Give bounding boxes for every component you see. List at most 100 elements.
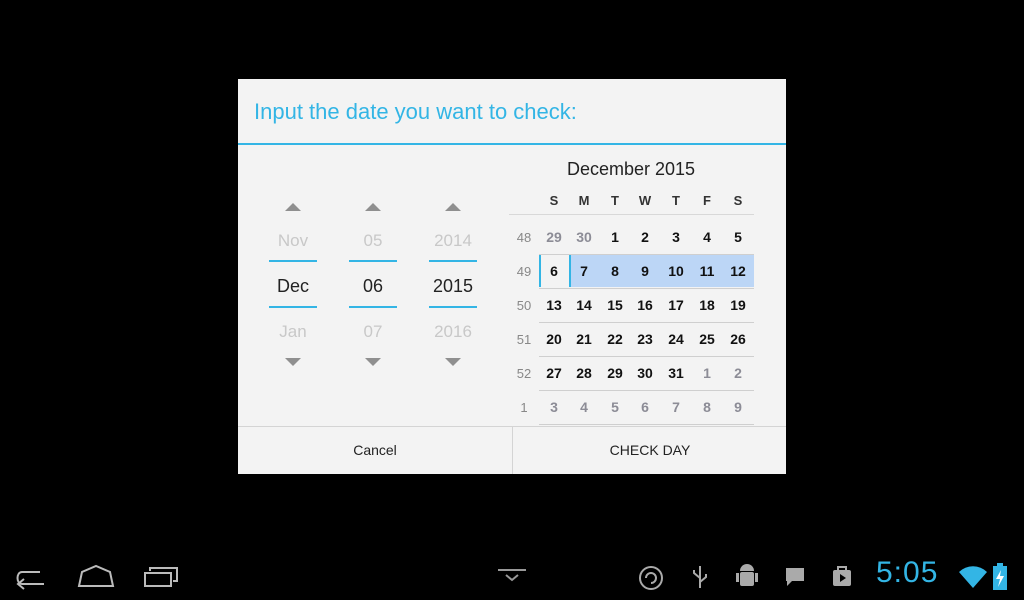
picker-divider xyxy=(429,306,477,308)
calendar-day[interactable]: 31 xyxy=(661,365,691,381)
year-picker[interactable]: 2014 2015 2016 xyxy=(429,199,477,369)
calendar-day[interactable]: 18 xyxy=(692,297,722,313)
check-day-button[interactable]: CHECK DAY xyxy=(513,427,787,474)
calendar-day[interactable]: 7 xyxy=(661,399,691,415)
picker-divider xyxy=(269,260,317,262)
calendar-day[interactable]: 3 xyxy=(661,229,691,245)
calendar-day[interactable]: 24 xyxy=(661,331,691,347)
weekday-header: M xyxy=(578,193,590,208)
decrement-arrow-icon[interactable] xyxy=(285,358,301,366)
week-number: 48 xyxy=(516,230,532,245)
calendar-day[interactable]: 1 xyxy=(692,365,722,381)
calendar-day[interactable]: 8 xyxy=(600,263,630,279)
calendar-day[interactable]: 4 xyxy=(692,229,722,245)
clock: 5:05 xyxy=(876,556,939,589)
picker-divider xyxy=(349,306,397,308)
week-number: 51 xyxy=(516,332,532,347)
week-number: 52 xyxy=(516,366,532,381)
message-icon xyxy=(786,568,804,586)
usb-icon xyxy=(693,566,707,588)
weekday-header: S xyxy=(549,193,559,208)
calendar-day[interactable]: 7 xyxy=(569,263,599,279)
calendar-day[interactable]: 16 xyxy=(630,297,660,313)
week-row-divider xyxy=(539,390,754,391)
calendar-day[interactable]: 14 xyxy=(569,297,599,313)
sync-icon xyxy=(639,566,663,590)
android-debug-icon xyxy=(736,564,758,586)
week-row-divider xyxy=(539,322,754,323)
increment-arrow-icon[interactable] xyxy=(365,203,381,211)
month-next[interactable]: Jan xyxy=(269,322,317,342)
day-prev[interactable]: 05 xyxy=(349,231,397,251)
calendar-day[interactable]: 27 xyxy=(539,365,569,381)
calendar-day[interactable]: 9 xyxy=(630,263,660,279)
calendar-day[interactable]: 2 xyxy=(630,229,660,245)
picker-divider xyxy=(429,260,477,262)
increment-arrow-icon[interactable] xyxy=(285,203,301,211)
week-number: 50 xyxy=(516,298,532,313)
day-picker[interactable]: 05 06 07 xyxy=(349,199,397,369)
picker-divider xyxy=(349,260,397,262)
calendar-day[interactable]: 29 xyxy=(539,229,569,245)
calendar-day[interactable]: 21 xyxy=(569,331,599,347)
calendar-day[interactable]: 26 xyxy=(723,331,753,347)
day-current[interactable]: 06 xyxy=(349,276,397,297)
calendar-day[interactable]: 30 xyxy=(569,229,599,245)
battery-charging-icon xyxy=(993,563,1007,590)
calendar-day[interactable]: 5 xyxy=(600,399,630,415)
day-next[interactable]: 07 xyxy=(349,322,397,342)
calendar-day[interactable]: 9 xyxy=(723,399,753,415)
wifi-icon xyxy=(959,566,987,588)
calendar-day[interactable]: 17 xyxy=(661,297,691,313)
calendar-day[interactable]: 29 xyxy=(600,365,630,381)
month-current[interactable]: Dec xyxy=(269,276,317,297)
calendar-day[interactable]: 25 xyxy=(692,331,722,347)
week-row-divider xyxy=(539,356,754,357)
calendar-day[interactable]: 4 xyxy=(569,399,599,415)
play-store-icon xyxy=(833,566,851,586)
calendar-day[interactable]: 6 xyxy=(630,399,660,415)
year-next[interactable]: 2016 xyxy=(429,322,477,342)
calendar-day[interactable]: 12 xyxy=(723,263,753,279)
calendar-day[interactable]: 20 xyxy=(539,331,569,347)
week-row-divider xyxy=(539,424,754,425)
year-current[interactable]: 2015 xyxy=(429,276,477,297)
weekday-header: W xyxy=(638,193,652,208)
calendar-day[interactable]: 1 xyxy=(600,229,630,245)
calendar-day[interactable]: 6 xyxy=(539,263,569,279)
recent-apps-icon[interactable] xyxy=(142,566,180,588)
calendar-day[interactable]: 10 xyxy=(661,263,691,279)
title-divider xyxy=(238,143,786,145)
calendar-header-divider xyxy=(509,214,754,215)
decrement-arrow-icon[interactable] xyxy=(365,358,381,366)
calendar-day[interactable]: 28 xyxy=(569,365,599,381)
month-picker[interactable]: Nov Dec Jan xyxy=(269,199,317,369)
increment-arrow-icon[interactable] xyxy=(445,203,461,211)
calendar-day[interactable]: 23 xyxy=(630,331,660,347)
calendar-day[interactable]: 5 xyxy=(723,229,753,245)
year-prev[interactable]: 2014 xyxy=(429,231,477,251)
calendar-day[interactable]: 30 xyxy=(630,365,660,381)
calendar-day[interactable]: 19 xyxy=(723,297,753,313)
keyboard-hide-icon[interactable] xyxy=(496,568,528,584)
weekday-header: T xyxy=(672,193,680,208)
calendar-day[interactable]: 22 xyxy=(600,331,630,347)
calendar-day[interactable]: 11 xyxy=(692,263,722,279)
calendar-day[interactable]: 8 xyxy=(692,399,722,415)
home-icon[interactable] xyxy=(76,564,116,590)
calendar-day[interactable]: 13 xyxy=(539,297,569,313)
week-row-divider xyxy=(539,288,754,289)
month-prev[interactable]: Nov xyxy=(269,231,317,251)
calendar-day[interactable]: 3 xyxy=(539,399,569,415)
calendar-day[interactable]: 2 xyxy=(723,365,753,381)
weekday-header: S xyxy=(733,193,743,208)
weekday-header: F xyxy=(703,193,711,208)
dialog-title: Input the date you want to check: xyxy=(254,99,577,124)
week-number: 1 xyxy=(520,400,528,415)
picker-divider xyxy=(269,306,317,308)
cancel-button[interactable]: Cancel xyxy=(238,427,512,474)
weekday-header: T xyxy=(611,193,619,208)
back-icon[interactable] xyxy=(14,564,50,590)
calendar-day[interactable]: 15 xyxy=(600,297,630,313)
decrement-arrow-icon[interactable] xyxy=(445,358,461,366)
